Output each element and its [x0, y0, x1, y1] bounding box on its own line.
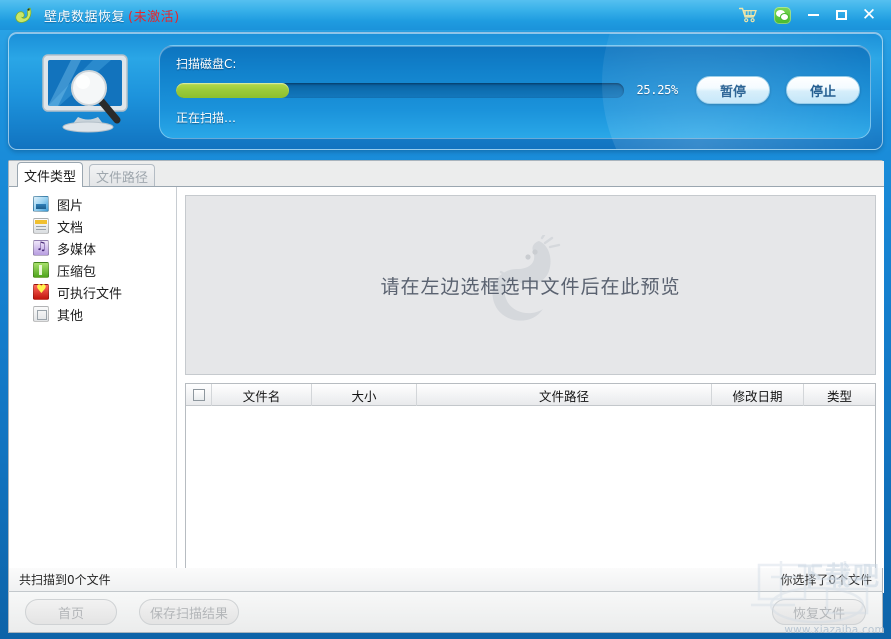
- tab-file-path[interactable]: 文件路径: [89, 164, 155, 187]
- tree-item-documents[interactable]: 文档: [9, 215, 176, 237]
- tab-file-type[interactable]: 文件类型: [17, 162, 83, 187]
- scan-progress-fill: [176, 82, 290, 98]
- scan-action-buttons: 暂停 停止: [696, 76, 860, 104]
- image-file-icon: [33, 196, 49, 212]
- pause-button[interactable]: 暂停: [696, 76, 770, 104]
- watermark-url-text: www.xiazaiba.com: [784, 624, 885, 636]
- save-scan-result-button[interactable]: 保存扫描结果: [139, 599, 239, 625]
- scanned-count-text: 共扫描到0个文件: [19, 573, 111, 587]
- tree-item-archives[interactable]: 压缩包: [9, 259, 176, 281]
- panel-area: 图片 文档 多媒体 压缩包 可执行文件: [9, 186, 884, 594]
- maximize-button[interactable]: [827, 2, 855, 28]
- document-file-icon: [33, 218, 49, 234]
- watermark-brand-text: 下载吧: [796, 562, 881, 592]
- scan-disk-label: 扫描磁盘C:: [176, 57, 237, 71]
- media-file-icon: [33, 239, 49, 256]
- scan-status-text: 正在扫描…: [176, 111, 237, 125]
- minimize-button[interactable]: [799, 2, 827, 28]
- select-all-checkbox[interactable]: [186, 384, 212, 406]
- tab-strip: 文件类型 文件路径: [9, 161, 884, 187]
- monitor-magnifier-icon: [33, 51, 143, 137]
- file-list: 文件名 大小 文件路径 修改日期 类型: [185, 383, 876, 583]
- stop-button[interactable]: 停止: [786, 76, 860, 104]
- activation-status-badge: (未激活): [128, 9, 180, 25]
- progress-row: 25.25% 暂停 停止: [176, 76, 860, 104]
- gecko-logo-icon: [12, 4, 34, 26]
- scan-panel: 扫描磁盘C: 25.25% 暂停 停止 正在扫描…: [8, 32, 883, 150]
- tree-item-label: 多媒体: [57, 242, 97, 258]
- application-window: 壁虎数据恢复 (未激活) ✕ 扫描磁盘C: 25.25% 暂停 停止 正在扫描……: [0, 0, 891, 639]
- column-header-path[interactable]: 文件路径: [417, 384, 712, 406]
- preview-pane: 请在左边选框选中文件后在此预览: [185, 195, 876, 375]
- page-title: 壁虎数据恢复 (未激活): [44, 6, 180, 25]
- scan-progress-container: 扫描磁盘C: 25.25% 暂停 停止 正在扫描…: [159, 45, 871, 139]
- executable-file-icon: [33, 282, 49, 300]
- column-header-type[interactable]: 类型: [804, 384, 875, 406]
- window-controls: ✕: [731, 0, 891, 30]
- column-header-filename[interactable]: 文件名: [212, 384, 312, 406]
- close-button[interactable]: ✕: [855, 2, 883, 28]
- main-content-card: 文件类型 文件路径 图片 文档 多媒体 压: [8, 160, 884, 594]
- maximize-icon: [835, 10, 847, 20]
- app-title-text: 壁虎数据恢复: [44, 9, 126, 25]
- tree-item-label: 其他: [57, 308, 84, 324]
- home-button[interactable]: 首页: [25, 599, 117, 625]
- scan-progress-bar: [176, 82, 625, 98]
- status-bar: 共扫描到0个文件 你选择了0个文件: [8, 568, 883, 592]
- close-icon: ✕: [861, 4, 877, 25]
- tree-item-label: 文档: [57, 220, 84, 236]
- preview-placeholder-text: 请在左边选框选中文件后在此预览: [380, 275, 681, 298]
- tree-item-images[interactable]: 图片: [9, 193, 176, 215]
- minimize-icon: [807, 14, 819, 16]
- archive-file-icon: [33, 262, 49, 278]
- tree-item-label: 压缩包: [57, 264, 97, 280]
- bottom-toolbar: 首页 保存扫描结果 恢复文件: [8, 592, 883, 633]
- column-header-size[interactable]: 大小: [312, 384, 417, 406]
- checkbox-glyph: [192, 389, 205, 401]
- cart-icon[interactable]: [731, 2, 765, 28]
- tree-item-label: 可执行文件: [57, 286, 123, 302]
- wechat-icon[interactable]: [765, 2, 799, 28]
- file-list-header: 文件名 大小 文件路径 修改日期 类型: [186, 384, 875, 406]
- file-list-rows[interactable]: [186, 406, 875, 582]
- tree-item-multimedia[interactable]: 多媒体: [9, 237, 176, 259]
- column-header-modified[interactable]: 修改日期: [712, 384, 804, 406]
- other-file-icon: [33, 306, 49, 322]
- tree-item-other[interactable]: 其他: [9, 303, 176, 325]
- tree-item-label: 图片: [57, 198, 84, 214]
- title-bar: 壁虎数据恢复 (未激活) ✕: [0, 0, 891, 30]
- scan-progress-percent: 25.25%: [636, 83, 678, 97]
- tree-item-executables[interactable]: 可执行文件: [9, 281, 176, 303]
- file-type-tree: 图片 文档 多媒体 压缩包 可执行文件: [9, 187, 177, 594]
- recover-files-button[interactable]: 恢复文件: [772, 599, 866, 625]
